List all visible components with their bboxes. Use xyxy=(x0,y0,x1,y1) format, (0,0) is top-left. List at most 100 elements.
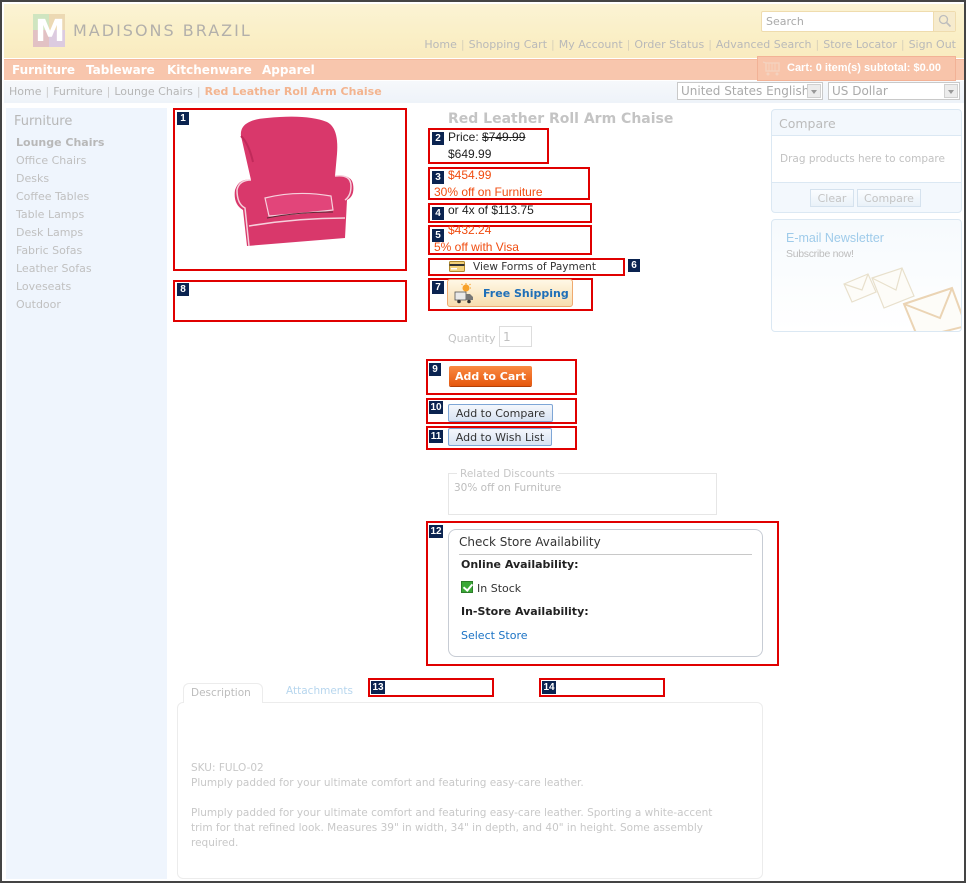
short-description: Plumply padded for your ultimate comfort… xyxy=(191,777,584,789)
related-discounts: Related Discounts 30% off on Furniture xyxy=(448,468,717,515)
select-store-link[interactable]: Select Store xyxy=(461,629,528,642)
product-title: Red Leather Roll Arm Chaise xyxy=(448,111,674,127)
nav-tableware[interactable]: Tableware xyxy=(86,63,155,77)
quantity-label: Quantity xyxy=(448,332,496,345)
annotation-box-14 xyxy=(539,678,665,697)
sidebar-title: Furniture xyxy=(14,114,73,129)
free-shipping-badge[interactable]: Free Shipping xyxy=(447,279,573,307)
long-description-line-1: Plumply padded for your ultimate comfort… xyxy=(191,807,713,819)
annotation-badge-10: 10 xyxy=(429,401,443,414)
sidebar-item-lounge-chairs[interactable]: Lounge Chairs xyxy=(16,136,104,149)
annotation-box-8 xyxy=(173,280,407,322)
compare-hint: Drag products here to compare xyxy=(780,153,945,165)
link-order-status[interactable]: Order Status xyxy=(634,38,704,51)
annotation-badge-3: 3 xyxy=(432,171,444,184)
link-sign-out[interactable]: Sign Out xyxy=(909,38,956,51)
currency-select[interactable]: US Dollar xyxy=(828,82,960,100)
link-shopping-cart[interactable]: Shopping Cart xyxy=(469,38,547,51)
envelope-icon xyxy=(843,267,961,331)
online-availability-label: Online Availability: xyxy=(461,558,579,571)
offer-price: $649.99 xyxy=(448,147,492,161)
currency-value: US Dollar xyxy=(832,84,888,98)
cart-icon xyxy=(763,61,780,76)
annotation-badge-13: 13 xyxy=(371,681,385,694)
nav-apparel[interactable]: Apparel xyxy=(262,63,315,77)
online-status: In Stock xyxy=(461,581,521,595)
compare-clear-button[interactable]: Clear xyxy=(810,189,854,207)
availability-title: Check Store Availability xyxy=(459,535,601,549)
top-links: Home | Shopping Cart | My Account | Order Stat… xyxy=(424,38,956,51)
newsletter-panel[interactable]: E-mail Newsletter Subscribe now! xyxy=(771,219,962,332)
compare-dropzone[interactable]: Drag products here to compare xyxy=(772,135,961,183)
promo-price: $454.99 xyxy=(448,168,492,182)
long-description-line-3: required. xyxy=(191,837,239,849)
search-box xyxy=(761,11,956,32)
credit-card-icon xyxy=(449,261,465,272)
search-input[interactable] xyxy=(762,12,934,31)
annotation-badge-1: 1 xyxy=(177,112,189,125)
visa-price: $432.24 xyxy=(448,223,492,237)
annotation-badge-2: 2 xyxy=(432,132,444,145)
breadcrumb-home[interactable]: Home xyxy=(9,85,41,98)
language-select[interactable]: United States English xyxy=(677,82,823,100)
sidebar-item-coffee-tables[interactable]: Coffee Tables xyxy=(16,190,89,203)
breadcrumb-current: Red Leather Roll Arm Chaise xyxy=(204,85,382,98)
tab-description-label: Description xyxy=(191,687,251,699)
sidebar-item-outdoor[interactable]: Outdoor xyxy=(16,298,61,311)
language-value: United States English xyxy=(681,84,810,98)
newsletter-subtitle: Subscribe now! xyxy=(786,248,854,260)
nav-furniture[interactable]: Furniture xyxy=(12,63,75,77)
quantity-input[interactable] xyxy=(499,326,532,347)
sidebar-item-desks[interactable]: Desks xyxy=(16,172,49,185)
mini-cart[interactable]: Cart: 0 item(s) subtotal: $0.00 xyxy=(757,56,956,81)
search-icon xyxy=(938,14,952,28)
search-button[interactable] xyxy=(933,12,955,31)
link-home[interactable]: Home xyxy=(424,38,456,51)
annotation-badge-8: 8 xyxy=(177,283,189,296)
long-description-line-2: trim for that refined look. Measures 39"… xyxy=(191,822,703,834)
annotation-badge-9: 9 xyxy=(429,363,441,376)
add-to-compare-button[interactable]: Add to Compare xyxy=(448,404,553,422)
related-discount-link[interactable]: 30% off on Furniture xyxy=(454,482,561,494)
annotation-badge-11: 11 xyxy=(429,430,443,443)
breadcrumb: Home | Furniture | Lounge Chairs | Red Leather… xyxy=(9,85,382,98)
nav-kitchenware[interactable]: Kitchenware xyxy=(167,63,252,77)
chevron-down-icon xyxy=(944,84,958,98)
online-status-text: In Stock xyxy=(477,582,522,595)
store-availability-panel: Check Store Availability Online Availabi… xyxy=(448,529,763,657)
related-discounts-legend: Related Discounts xyxy=(457,468,558,480)
annotation-box-1 xyxy=(173,108,407,271)
breadcrumb-lounge-chairs[interactable]: Lounge Chairs xyxy=(114,85,193,98)
sidebar-item-table-lamps[interactable]: Table Lamps xyxy=(16,208,84,221)
add-to-cart-button[interactable]: Add to Cart xyxy=(449,366,532,386)
compare-button[interactable]: Compare xyxy=(857,189,921,207)
add-to-wishlist-button[interactable]: Add to Wish List xyxy=(448,428,552,446)
sidebar-item-office-chairs[interactable]: Office Chairs xyxy=(16,154,86,167)
link-advanced-search[interactable]: Advanced Search xyxy=(716,38,812,51)
promo-text: 30% off on Furniture xyxy=(434,185,543,199)
brand-name[interactable]: MADISONS BRAZIL xyxy=(73,21,252,40)
site-header: M MADISONS BRAZIL Home|Shopping Cart|My … xyxy=(4,4,964,58)
annotation-badge-6: 6 xyxy=(628,259,640,272)
check-icon xyxy=(461,581,473,593)
sidebar-item-desk-lamps[interactable]: Desk Lamps xyxy=(16,226,83,239)
breadcrumb-furniture[interactable]: Furniture xyxy=(53,85,102,98)
logo-icon[interactable]: M xyxy=(33,14,65,47)
price-label-text: Price: xyxy=(448,130,479,144)
cart-summary: Cart: 0 item(s) subtotal: $0.00 xyxy=(787,62,942,74)
installments-text: or 4x of $113.75 xyxy=(448,203,534,217)
annotation-badge-14: 14 xyxy=(542,681,556,694)
link-store-locator[interactable]: Store Locator xyxy=(823,38,897,51)
tab-attachments[interactable]: Attachments xyxy=(286,685,353,697)
link-my-account[interactable]: My Account xyxy=(559,38,623,51)
sidebar-item-loveseats[interactable]: Loveseats xyxy=(16,280,71,293)
list-price: $749.99 xyxy=(482,130,526,144)
sidebar-item-leather-sofas[interactable]: Leather Sofas xyxy=(16,262,92,275)
sidebar-item-fabric-sofas[interactable]: Fabric Sofas xyxy=(16,244,82,257)
annotation-box-13 xyxy=(368,678,494,697)
instore-availability-label: In-Store Availability: xyxy=(461,605,589,618)
tab-description[interactable]: Description xyxy=(183,683,263,703)
category-sidebar: Furniture Lounge Chairs Office Chairs De… xyxy=(6,108,167,879)
delivery-truck-icon xyxy=(454,283,473,304)
view-payment-forms-link[interactable]: View Forms of Payment xyxy=(473,261,596,273)
